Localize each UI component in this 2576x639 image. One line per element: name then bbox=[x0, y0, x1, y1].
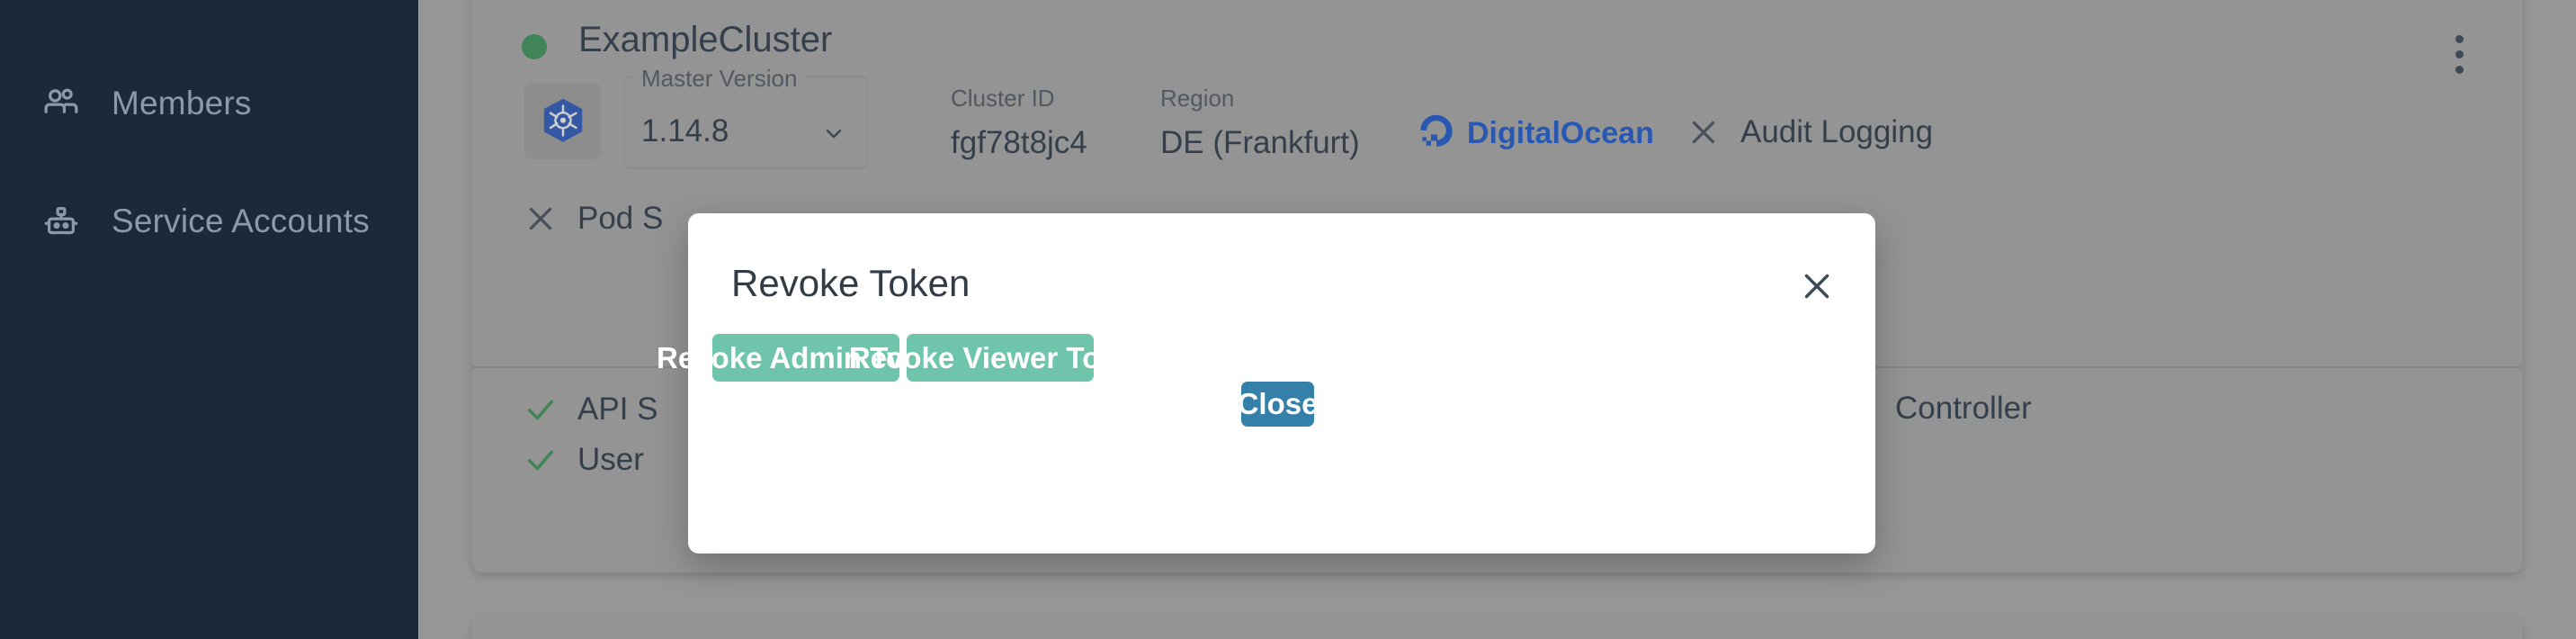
sidebar-item-members[interactable]: Members bbox=[0, 50, 418, 158]
sidebar-item-service-accounts[interactable]: Service Accounts bbox=[0, 167, 418, 275]
robot-icon bbox=[38, 198, 85, 245]
sidebar-item-ssh-keys[interactable]: SSH Keys bbox=[0, 0, 418, 33]
close-button[interactable]: Close bbox=[1238, 382, 1318, 427]
revoke-viewer-token-button[interactable]: Revoke Viewer Token bbox=[849, 334, 1151, 382]
sidebar-item-label: Members bbox=[112, 85, 252, 122]
dialog-title: Revoke Token bbox=[731, 262, 970, 304]
close-icon[interactable] bbox=[1796, 266, 1838, 307]
sidebar-item-label: Service Accounts bbox=[112, 202, 371, 239]
dialog-header: Revoke Token bbox=[688, 213, 1875, 314]
members-icon bbox=[38, 80, 85, 127]
app-root: SSH Keys Members bbox=[0, 0, 2576, 639]
sidebar: SSH Keys Members bbox=[0, 0, 418, 639]
revoke-token-dialog: Revoke Token Revoke Admin Token Revoke V… bbox=[657, 213, 1875, 554]
key-icon bbox=[38, 0, 85, 3]
